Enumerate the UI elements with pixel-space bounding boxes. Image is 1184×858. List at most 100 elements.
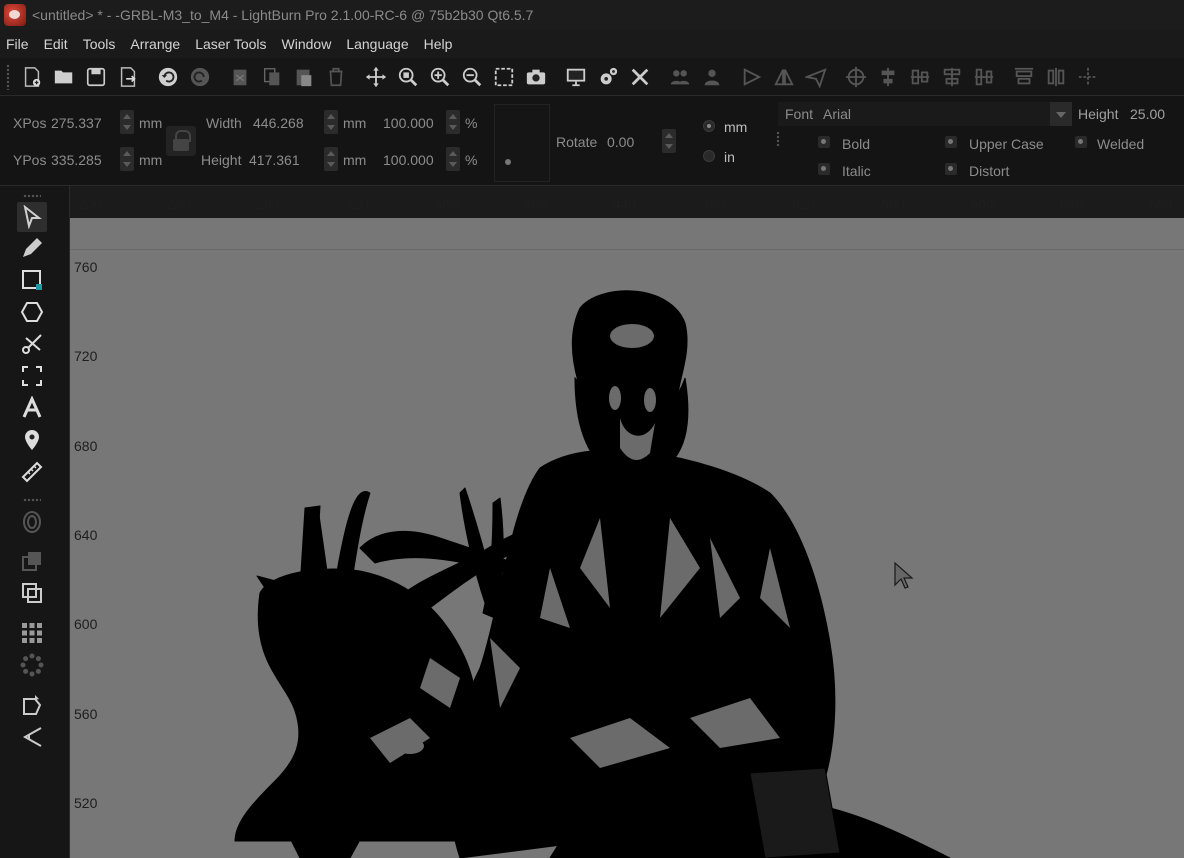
menu-file[interactable]: File <box>6 36 29 52</box>
menu-tools[interactable]: Tools <box>83 36 116 52</box>
width-spinner[interactable] <box>324 110 338 134</box>
frame-select-icon[interactable] <box>17 361 47 391</box>
menu-arrange[interactable]: Arrange <box>130 36 180 52</box>
font-select[interactable]: Font Arial <box>778 102 1072 126</box>
cut-icon[interactable] <box>227 64 253 90</box>
mouse-cursor-icon <box>894 562 914 589</box>
zoom-out-icon[interactable] <box>459 64 485 90</box>
group-icon[interactable] <box>667 64 693 90</box>
font-value: Arial <box>823 106 852 122</box>
send-icon[interactable] <box>803 64 829 90</box>
text-icon[interactable] <box>17 393 47 423</box>
xpos-label: XPos <box>13 115 47 131</box>
rotate-input[interactable]: 0.00 <box>607 134 634 150</box>
zoom-in-icon[interactable] <box>427 64 453 90</box>
frame-icon[interactable] <box>491 64 517 90</box>
polygon-icon[interactable] <box>17 297 47 327</box>
upper-case-toggle[interactable] <box>945 136 957 148</box>
align-center-h-icon[interactable] <box>875 64 901 90</box>
lock-aspect-icon[interactable] <box>166 126 196 156</box>
ruler-x-tick: 320 <box>345 196 369 212</box>
rotate-label: Rotate <box>556 134 598 150</box>
tab-icon[interactable] <box>17 722 47 752</box>
redo-icon[interactable] <box>187 64 213 90</box>
center-icon[interactable] <box>1075 64 1101 90</box>
font-height-input[interactable]: 25.00 <box>1130 106 1165 122</box>
align-left-icon[interactable] <box>939 64 965 90</box>
ypos-spinner[interactable] <box>120 147 134 171</box>
rotate-spinner[interactable] <box>662 129 676 153</box>
width-input[interactable]: 446.268 <box>253 115 304 131</box>
align-v-icon[interactable] <box>907 64 933 90</box>
height-spinner[interactable] <box>324 147 338 171</box>
export-icon[interactable] <box>115 64 141 90</box>
ruler-x-tick: 360 <box>434 196 458 212</box>
copy-icon[interactable] <box>259 64 285 90</box>
upper-case-label: Upper Case <box>969 136 1044 152</box>
node-edit-icon[interactable] <box>17 690 47 720</box>
select-tool-icon[interactable] <box>17 202 47 232</box>
monitor-icon[interactable] <box>563 64 589 90</box>
menu-language[interactable]: Language <box>346 36 408 52</box>
xpos-spinner[interactable] <box>120 110 134 134</box>
anchor-grid[interactable] <box>494 104 550 182</box>
workspace-canvas[interactable] <box>70 218 1184 858</box>
position-marker-icon[interactable] <box>17 425 47 455</box>
engraving-artwork[interactable] <box>70 218 1184 858</box>
move-icon[interactable] <box>363 64 389 90</box>
align-top-icon[interactable] <box>1011 64 1037 90</box>
target-icon[interactable] <box>843 64 869 90</box>
grid-array-icon[interactable] <box>17 618 47 648</box>
circular-array-icon[interactable] <box>17 650 47 680</box>
distribute-icon[interactable] <box>971 64 997 90</box>
sidebar-grip[interactable] <box>23 194 41 198</box>
main-toolbar <box>0 58 1184 96</box>
scale-x-spinner[interactable] <box>446 110 460 134</box>
lightburn-logo-icon <box>4 4 26 26</box>
delete-icon[interactable] <box>323 64 349 90</box>
height-input[interactable]: 417.361 <box>249 152 300 168</box>
italic-toggle[interactable] <box>818 163 830 175</box>
undo-icon[interactable] <box>155 64 181 90</box>
measure-icon[interactable] <box>17 457 47 487</box>
paste-icon[interactable] <box>291 64 317 90</box>
unit-in-radio[interactable] <box>703 150 715 162</box>
new-file-icon[interactable] <box>19 64 45 90</box>
menu-help[interactable]: Help <box>424 36 453 52</box>
tools-icon[interactable] <box>627 64 653 90</box>
mirror-h-icon[interactable] <box>739 64 765 90</box>
text-bar-grip[interactable] <box>776 131 780 147</box>
scale-y-spinner[interactable] <box>446 147 460 171</box>
camera-icon[interactable] <box>523 64 549 90</box>
scale-x-input[interactable]: 100.000 <box>383 115 434 131</box>
ruler-left <box>70 250 106 858</box>
scale-y-input[interactable]: 100.000 <box>383 152 434 168</box>
menu-laser-tools[interactable]: Laser Tools <box>195 36 266 52</box>
align-middle-icon[interactable] <box>1043 64 1069 90</box>
sidebar-grip-2[interactable] <box>23 498 41 502</box>
boolean-union-icon[interactable] <box>17 546 47 576</box>
xpos-input[interactable]: 275.337 <box>51 115 102 131</box>
rectangle-icon[interactable] <box>17 265 47 295</box>
menu-edit[interactable]: Edit <box>44 36 68 52</box>
scissors-icon[interactable] <box>17 329 47 359</box>
ungroup-icon[interactable] <box>699 64 725 90</box>
chevron-down-icon[interactable] <box>1050 102 1072 126</box>
save-icon[interactable] <box>83 64 109 90</box>
boolean-diff-icon[interactable] <box>17 578 47 608</box>
settings-icon[interactable] <box>595 64 621 90</box>
welded-toggle[interactable] <box>1075 136 1087 148</box>
scale-x-percent: % <box>465 115 478 131</box>
unit-mm-radio[interactable] <box>703 120 715 132</box>
pencil-icon[interactable] <box>17 233 47 263</box>
anchor-point-icon[interactable] <box>505 159 511 165</box>
ypos-input[interactable]: 335.285 <box>51 152 102 168</box>
menu-window[interactable]: Window <box>282 36 332 52</box>
offset-icon[interactable] <box>17 507 47 537</box>
zoom-selection-icon[interactable] <box>395 64 421 90</box>
mirror-v-icon[interactable] <box>771 64 797 90</box>
distort-toggle[interactable] <box>945 163 957 175</box>
toolbar-grip[interactable] <box>6 63 10 90</box>
open-folder-icon[interactable] <box>51 64 77 90</box>
bold-toggle[interactable] <box>818 136 830 148</box>
